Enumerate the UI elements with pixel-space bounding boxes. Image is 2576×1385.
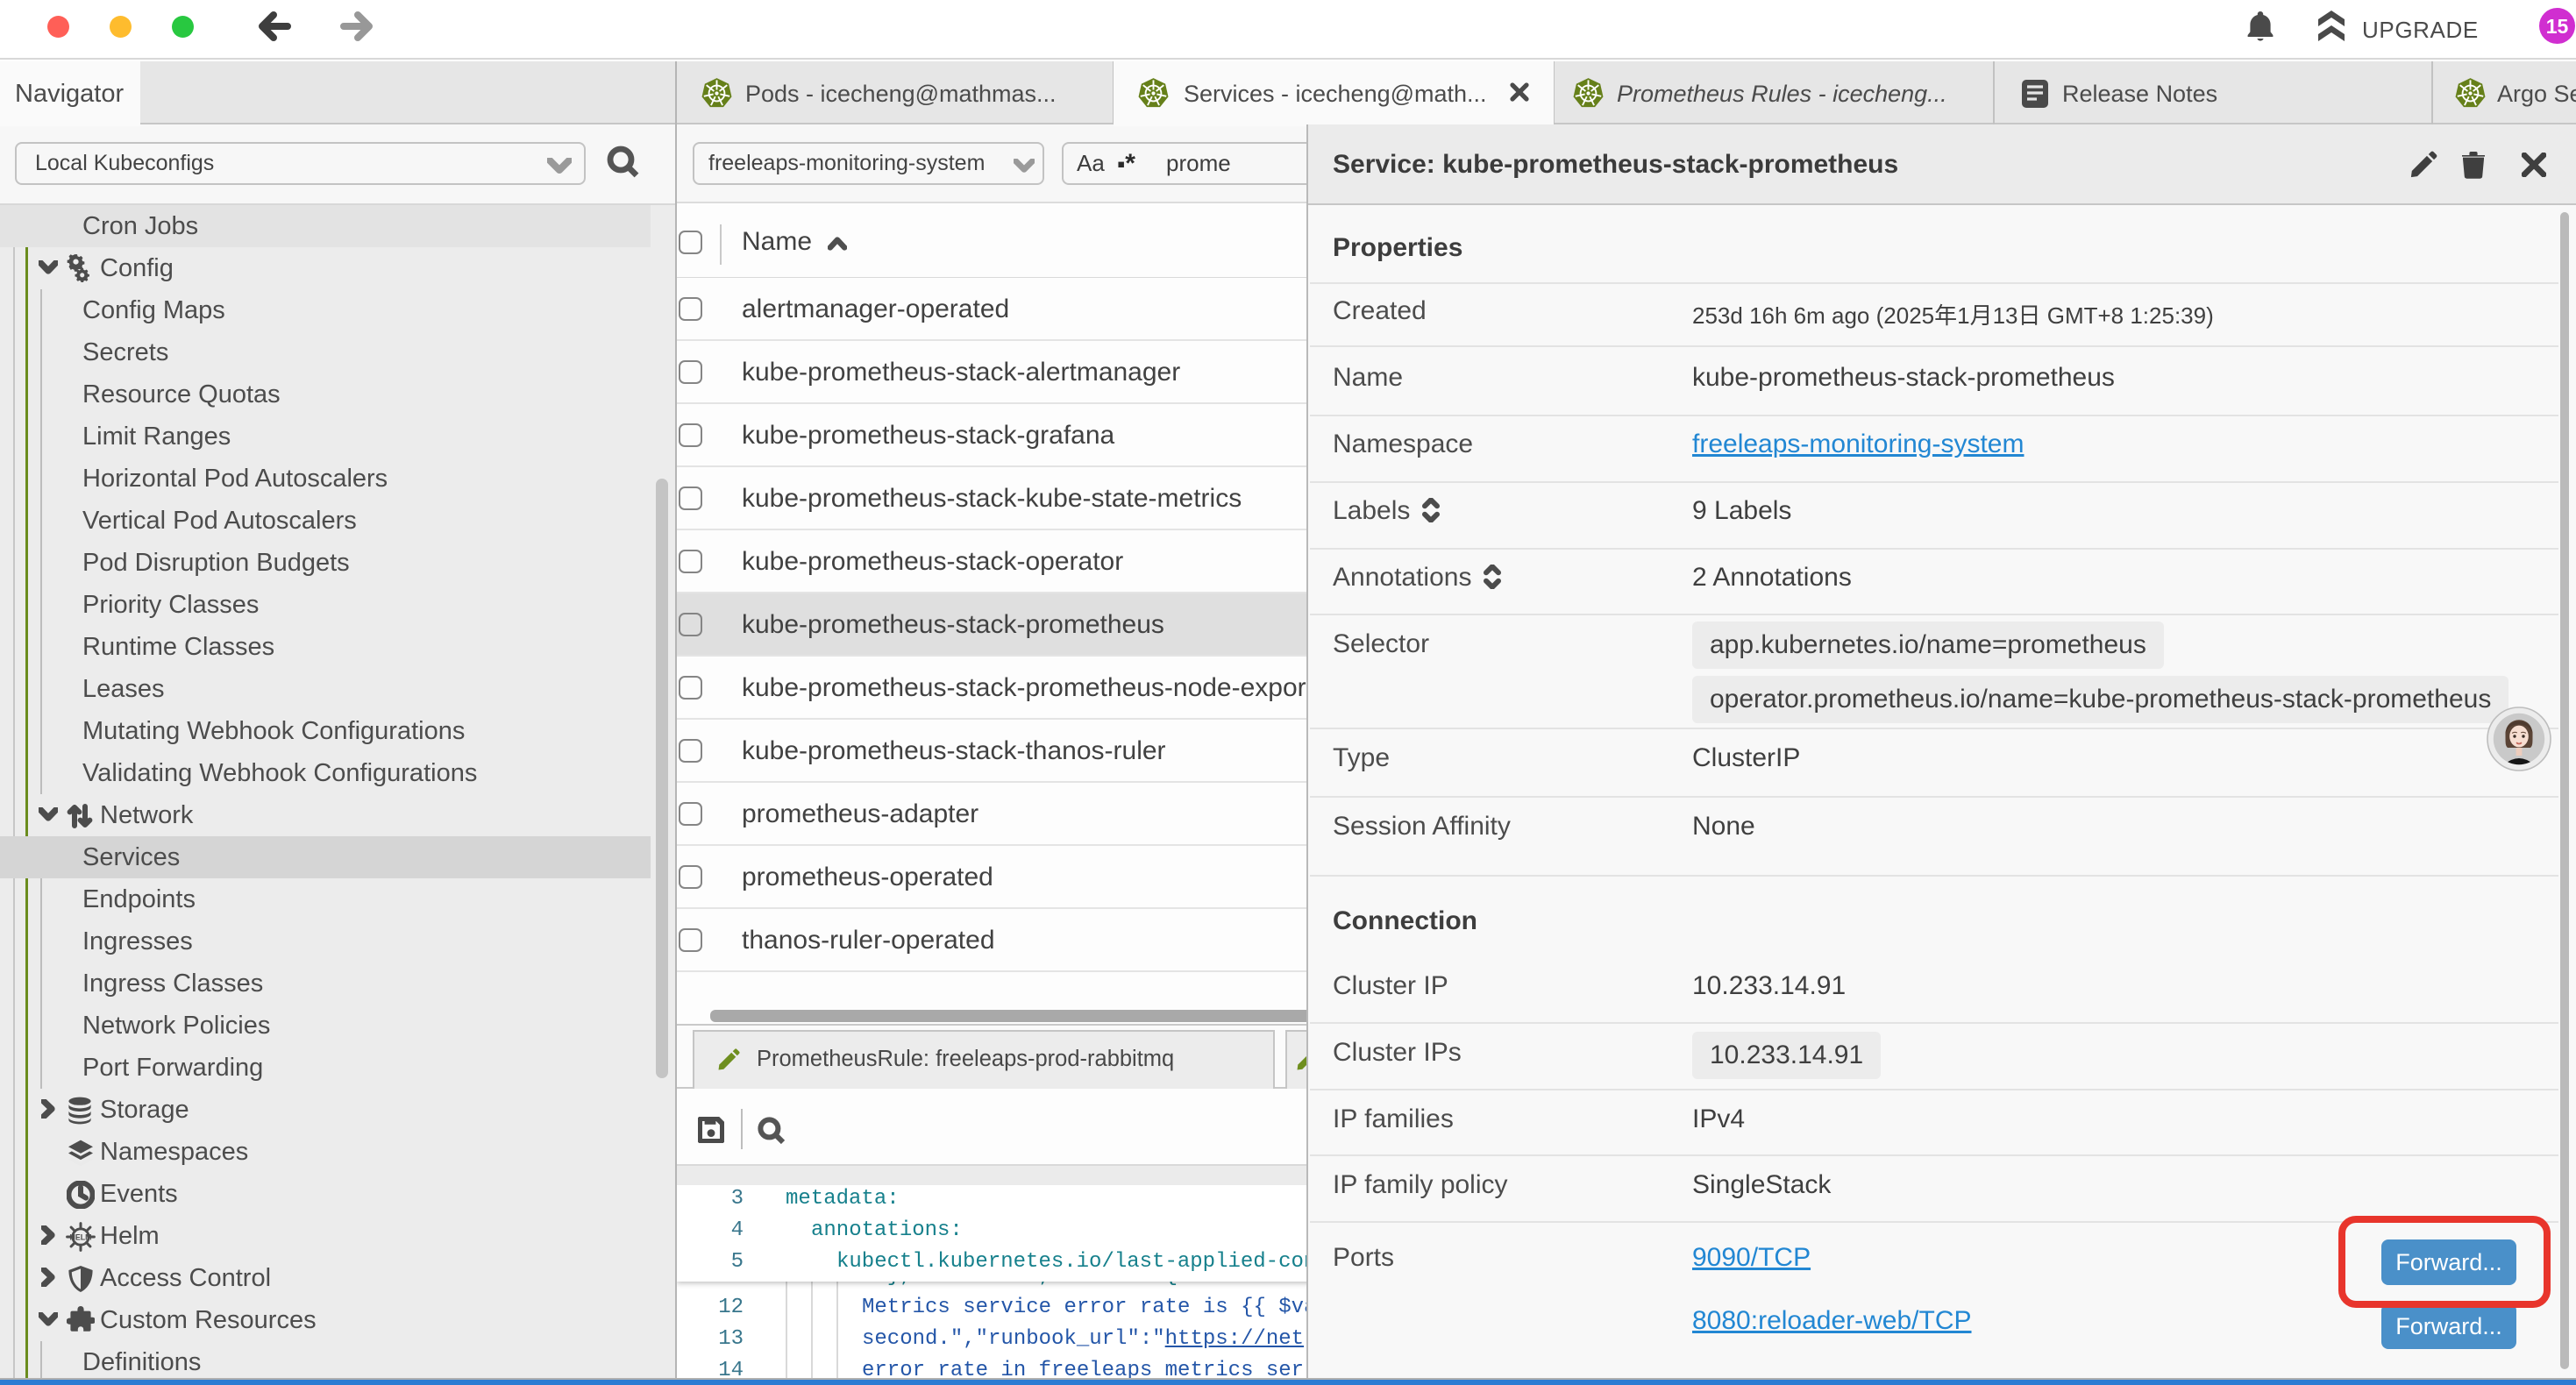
svg-text:HELM: HELM <box>70 1233 92 1242</box>
